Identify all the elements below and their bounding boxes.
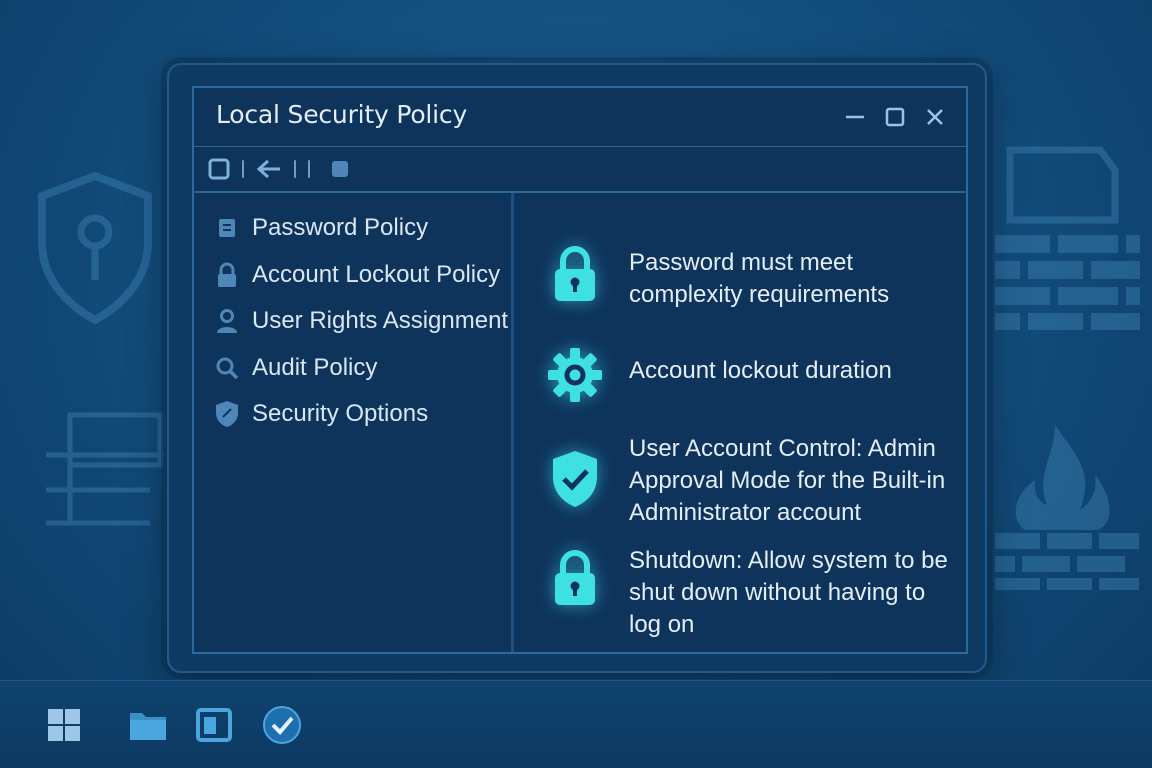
gear-icon xyxy=(547,343,603,407)
window-app-icon xyxy=(196,708,232,742)
lock-icon xyxy=(214,262,240,288)
toolbar-separator xyxy=(294,160,296,178)
policy-label: Password must meet complexity requiremen… xyxy=(629,249,890,308)
sidebar-item-password-policy[interactable]: Password Policy xyxy=(194,205,511,252)
minimize-icon xyxy=(846,115,864,119)
minimize-button[interactable] xyxy=(842,104,868,130)
windows-start-icon xyxy=(48,709,80,741)
toolbar-separator xyxy=(242,160,244,178)
policy-label: User Account Control: Admin Approval Mod… xyxy=(629,435,946,526)
policy-item-shutdown-without-logon[interactable]: Shutdown: Allow system to be shut down w… xyxy=(517,545,957,645)
sidebar-item-security-options[interactable]: Security Options xyxy=(194,391,511,438)
background-firewall-icon xyxy=(995,146,1140,330)
toolbar-back-button[interactable] xyxy=(256,157,282,181)
policy-item-lockout-duration[interactable]: Account lockout duration xyxy=(517,343,957,407)
folder-icon xyxy=(130,713,166,740)
document-icon xyxy=(214,215,240,241)
lock-icon xyxy=(547,241,603,305)
start-button[interactable] xyxy=(44,705,84,745)
shield-icon xyxy=(214,401,240,428)
taskbar-window-app[interactable] xyxy=(194,705,234,745)
shield-check-icon xyxy=(547,447,603,511)
square-icon xyxy=(208,158,230,180)
policy-item-password-complexity[interactable]: Password must meet complexity requiremen… xyxy=(517,241,957,321)
window-controls xyxy=(842,104,948,130)
checkmark-app-icon xyxy=(263,706,301,744)
sidebar-item-label: User Rights Assignment xyxy=(252,307,509,335)
close-icon xyxy=(927,109,943,125)
lock-icon xyxy=(547,545,603,609)
sidebar-item-label: Audit Policy xyxy=(252,353,378,381)
title-bar: Local Security Policy xyxy=(194,88,966,147)
sidebar-item-label: Password Policy xyxy=(252,214,429,242)
maximize-icon xyxy=(885,107,905,127)
sidebar-item-label: Account Lockout Policy xyxy=(252,260,501,288)
toolbar xyxy=(194,147,966,193)
local-security-policy-window: Local Security Policy Password Policy Ac… xyxy=(192,86,968,654)
policy-label: Shutdown: Allow system to be shut down w… xyxy=(629,547,948,638)
toolbar-separator xyxy=(308,160,310,178)
sidebar-item-audit-policy[interactable]: Audit Policy xyxy=(194,345,511,392)
toolbar-square-button[interactable] xyxy=(208,157,230,181)
stop-icon xyxy=(332,161,348,177)
background-shield-icon xyxy=(38,171,152,325)
maximize-button[interactable] xyxy=(882,104,908,130)
policy-tree-pane: Password Policy Account Lockout Policy U… xyxy=(194,193,514,652)
sidebar-item-user-rights-assignment[interactable]: User Rights Assignment xyxy=(194,298,511,345)
window-title: Local Security Policy xyxy=(216,100,468,129)
taskbar-file-explorer[interactable] xyxy=(128,705,168,745)
close-button[interactable] xyxy=(922,104,948,130)
policy-details-pane: Password must meet complexity requiremen… xyxy=(517,193,966,652)
sidebar-item-account-lockout-policy[interactable]: Account Lockout Policy xyxy=(194,252,511,299)
taskbar xyxy=(0,680,1152,768)
taskbar-checkmark-app[interactable] xyxy=(262,705,302,745)
policy-label: Account lockout duration xyxy=(629,357,892,384)
background-desk-icon xyxy=(46,412,164,526)
toolbar-stop-button[interactable] xyxy=(330,157,350,181)
back-arrow-icon xyxy=(256,159,280,179)
background-flame-firewall-icon xyxy=(995,425,1139,590)
user-icon xyxy=(214,308,240,334)
sidebar-item-label: Security Options xyxy=(252,400,429,428)
magnifier-icon xyxy=(214,355,240,381)
policy-item-uac-admin-approval[interactable]: User Account Control: Admin Approval Mod… xyxy=(517,433,957,533)
